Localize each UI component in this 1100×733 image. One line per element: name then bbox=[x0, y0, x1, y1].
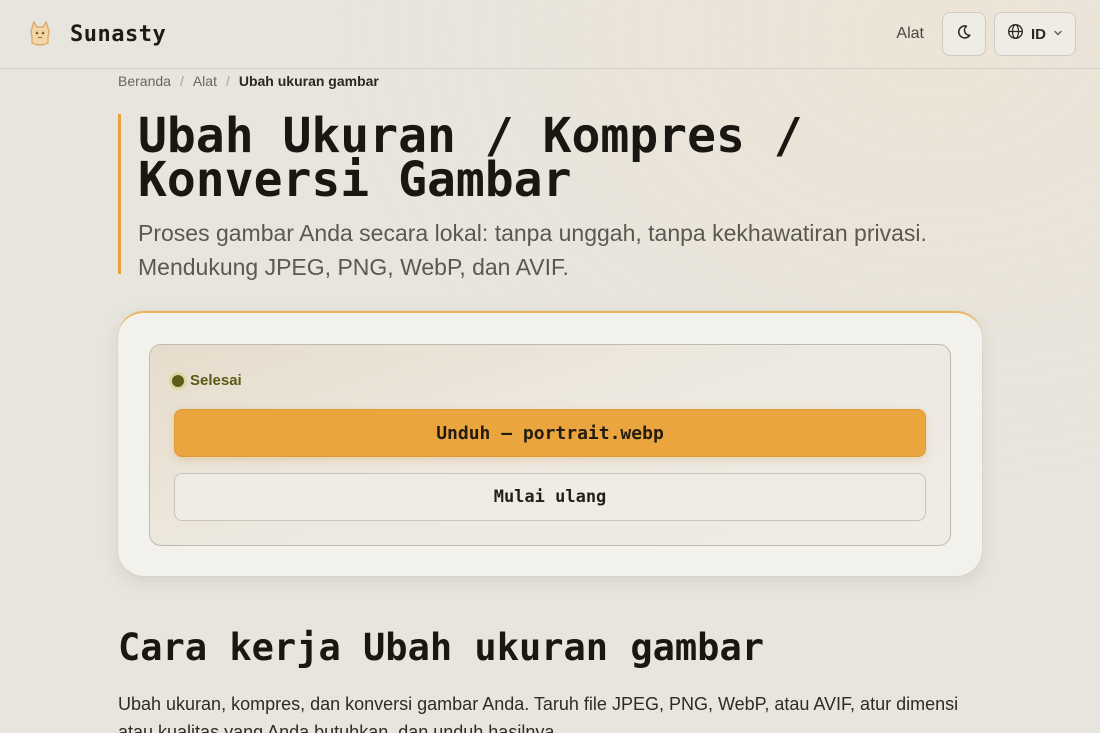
breadcrumb: Beranda / Alat / Ubah ukuran gambar bbox=[118, 73, 379, 89]
how-it-works-text: Ubah ukuran, kompres, dan konversi gamba… bbox=[118, 694, 959, 733]
breadcrumb-separator: / bbox=[179, 73, 184, 89]
status-dot-icon bbox=[172, 374, 184, 387]
language-code: ID bbox=[1031, 25, 1046, 43]
restart-button[interactable]: Mulai ulang bbox=[174, 473, 926, 521]
breadcrumb-item-home[interactable]: Beranda bbox=[118, 73, 171, 89]
page-subtitle: Proses gambar Anda secara lokal: tanpa u… bbox=[138, 220, 927, 280]
theme-toggle-button[interactable] bbox=[942, 12, 986, 56]
breadcrumb-separator: / bbox=[225, 73, 230, 89]
nav-tools-link[interactable]: Alat bbox=[896, 25, 924, 43]
tool-card: Selesai Unduh — portrait.webp Mulai ulan… bbox=[118, 311, 982, 576]
download-button[interactable]: Unduh — portrait.webp bbox=[174, 409, 926, 457]
breadcrumb-item-current: Ubah ukuran gambar bbox=[238, 73, 379, 89]
logo-icon[interactable] bbox=[24, 18, 56, 50]
site-header: Sunasty Alat ID bbox=[0, 0, 1100, 69]
hero: Ubah Ukuran / Kompres / Konversi Gambar … bbox=[118, 108, 978, 280]
page-title: Ubah Ukuran / Kompres / Konversi Gambar bbox=[138, 108, 803, 208]
moon-icon bbox=[956, 24, 972, 45]
language-select-button[interactable]: ID bbox=[994, 12, 1076, 56]
brand-name[interactable]: Sunasty bbox=[70, 22, 166, 47]
result-panel: Selesai Unduh — portrait.webp Mulai ulan… bbox=[149, 344, 951, 546]
status-label: Selesai bbox=[190, 372, 242, 389]
how-it-works-title: Cara kerja Ubah ukuran gambar bbox=[118, 626, 765, 669]
breadcrumb-item-tools[interactable]: Alat bbox=[193, 73, 217, 89]
header-actions: Alat ID bbox=[896, 12, 1076, 56]
status-badge: Selesai bbox=[172, 372, 242, 389]
globe-icon bbox=[1007, 23, 1024, 45]
chevron-down-icon bbox=[1053, 25, 1063, 43]
